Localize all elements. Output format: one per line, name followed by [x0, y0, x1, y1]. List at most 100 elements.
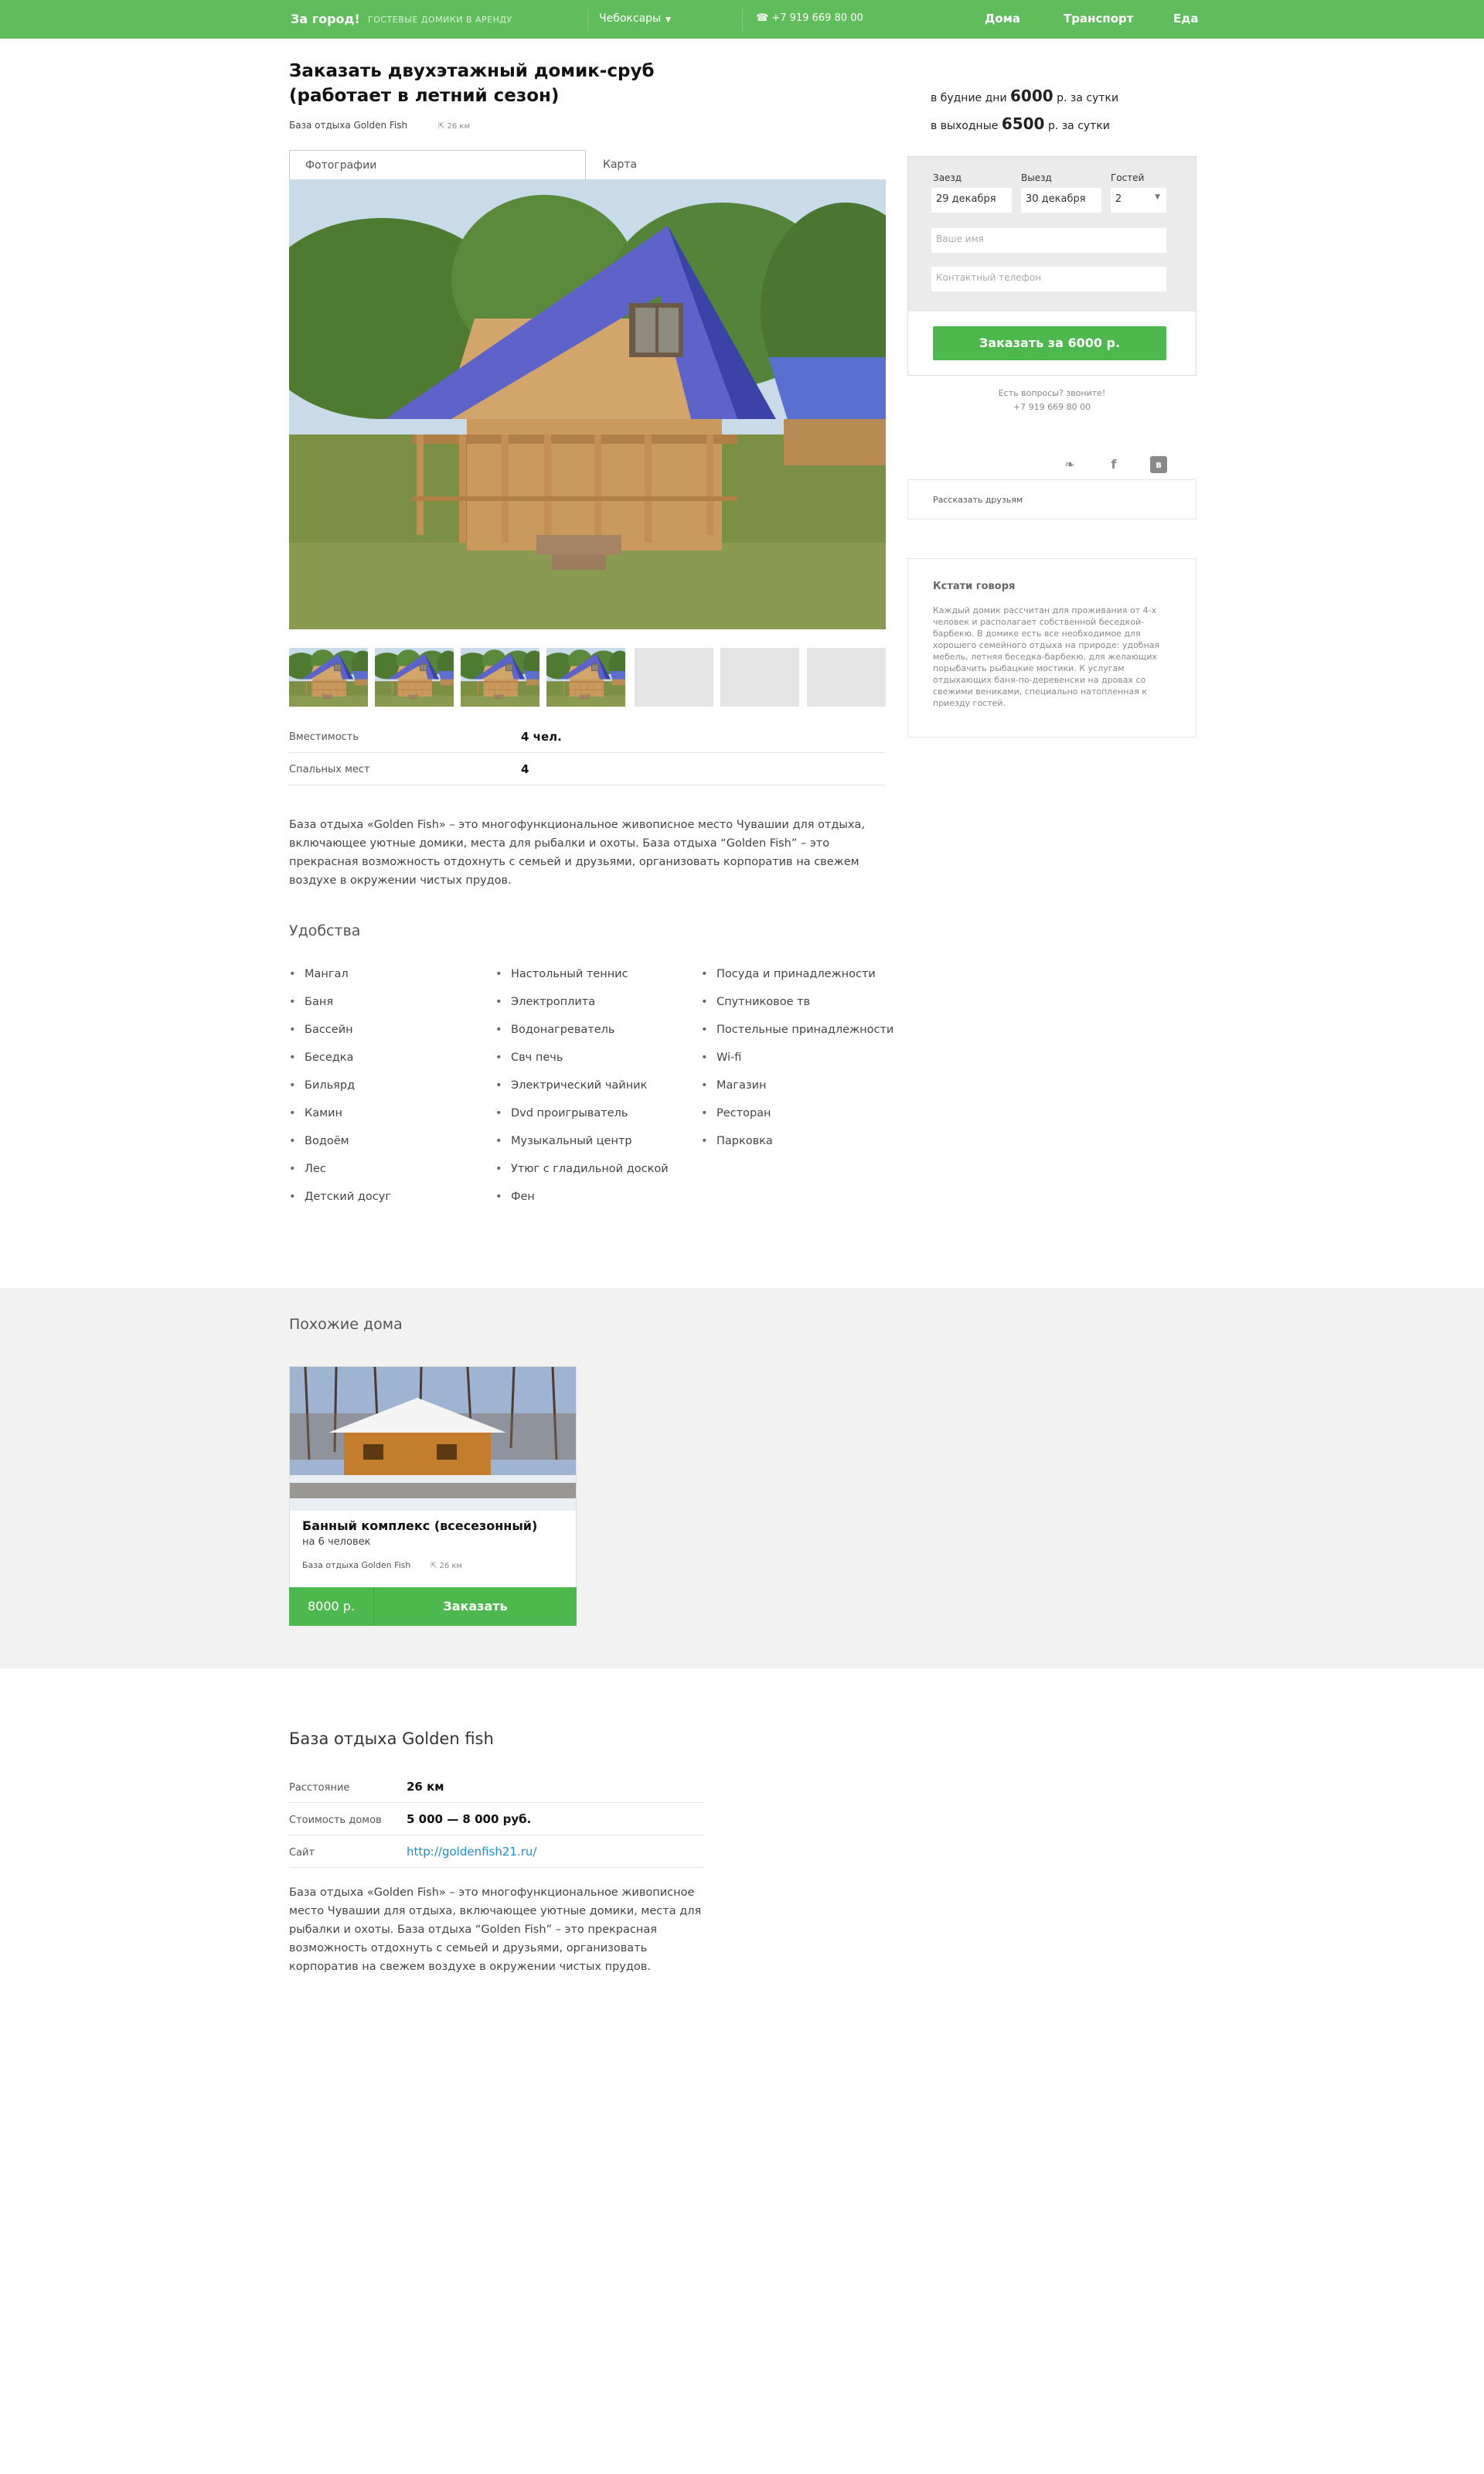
card-distance-value: 26 км — [439, 1562, 462, 1570]
vk-icon[interactable]: в — [1150, 456, 1167, 473]
name-input[interactable]: Ваше имя — [931, 228, 1166, 253]
nav-transport[interactable]: Транспорт — [1064, 12, 1133, 26]
base-info-label: Расстояние — [289, 1782, 350, 1794]
page-title: Заказать двухэтажный домик-сруб (работае… — [289, 59, 691, 108]
amenities-title: Удобства — [289, 922, 361, 939]
info-box: Кстати говоря Каждый домик рассчитан для… — [907, 558, 1196, 738]
thumbnail[interactable] — [289, 648, 368, 707]
base-info-value: 26 км — [407, 1780, 444, 1794]
base-info-row: Сайт http://goldenfish21.ru/ — [289, 1835, 703, 1868]
spec-value: 4 чел. — [521, 730, 562, 744]
share-label[interactable]: Рассказать друзьям — [933, 495, 1023, 505]
amenity-item: Свч печь — [495, 1051, 669, 1079]
similar-card[interactable]: Банный комплекс (всесезонный) на 6 челов… — [289, 1366, 577, 1626]
tab-photos[interactable]: Фотографии — [289, 150, 586, 179]
amenity-item: Фен — [495, 1191, 669, 1218]
weekend-suffix: р. за сутки — [1047, 120, 1110, 132]
guests-label: Гостей — [1111, 172, 1145, 183]
amenities-column-1: Мангал Баня Бассейн Беседка Бильярд Ками… — [289, 968, 391, 1218]
checkout-input[interactable]: 30 декабря — [1021, 188, 1101, 213]
guests-select[interactable]: 2 ▼ — [1111, 188, 1166, 213]
city-label: Чебоксары — [599, 12, 662, 25]
card-order-button[interactable]: Заказать — [374, 1587, 577, 1626]
page-title-line2: (работает в летний сезон) — [289, 86, 560, 106]
base-name[interactable]: База отдыха Golden Fish — [289, 120, 407, 131]
weekday-suffix: р. за сутки — [1057, 92, 1119, 104]
header-phone[interactable]: ☎ +7 919 669 80 00 — [756, 12, 863, 24]
header-divider — [742, 8, 743, 31]
checkout-label: Выезд — [1021, 172, 1052, 183]
amenity-item: Беседка — [289, 1051, 391, 1079]
base-title: База отдыха Golden fish — [289, 1729, 494, 1748]
site-logo[interactable]: За город! — [291, 12, 360, 26]
amenity-item: Посуда и принадлежности — [701, 968, 893, 996]
thumbnail-placeholder — [807, 648, 886, 707]
distance-value: 26 км — [447, 122, 471, 131]
checkin-label: Заезд — [933, 172, 962, 183]
top-header: За город! ГОСТЕВЫЕ ДОМИКИ В АРЕНДУ Чебок… — [0, 0, 1484, 39]
weekend-price-value: 6500 — [1001, 114, 1045, 133]
distance: ⇱ 26 км — [438, 122, 470, 131]
amenity-item: Wi-fi — [701, 1051, 893, 1079]
road-icon: ⇱ — [430, 1562, 437, 1570]
site-tagline: ГОСТЕВЫЕ ДОМИКИ В АРЕНДУ — [368, 15, 512, 25]
questions-text: Есть вопросы? звоните! — [998, 388, 1106, 398]
thumbnail[interactable] — [546, 648, 625, 707]
base-info-label: Стоимость домов — [289, 1815, 382, 1826]
main-photo[interactable] — [289, 179, 886, 629]
thumbnail[interactable] — [375, 648, 454, 707]
amenity-item: Парковка — [701, 1135, 893, 1163]
thumbnail[interactable] — [461, 648, 539, 707]
similar-section — [0, 1288, 1484, 1668]
facebook-icon[interactable]: f — [1105, 456, 1122, 473]
card-title[interactable]: Банный комплекс (всесезонный) — [302, 1518, 537, 1533]
spec-label: Вместимость — [289, 731, 359, 743]
spec-row: Вместимость 4 чел. — [289, 721, 886, 753]
book-submit-button[interactable]: Заказать за 6000 р. — [933, 326, 1166, 360]
thumbnail-placeholder — [635, 648, 713, 707]
similar-title: Похожие дома — [289, 1316, 403, 1333]
base-info-row: Стоимость домов 5 000 — 8 000 руб. — [289, 1803, 703, 1835]
amenity-item: Электрический чайник — [495, 1079, 669, 1107]
card-price: 8000 р. — [289, 1587, 374, 1626]
card-meta: База отдыха Golden Fish ⇱ 26 км — [302, 1560, 462, 1570]
checkin-input[interactable]: 29 декабря — [931, 188, 1012, 213]
card-base-name: База отдыха Golden Fish — [302, 1560, 411, 1570]
spec-row: Спальных мест 4 — [289, 753, 886, 785]
weekday-prefix: в будние дни — [931, 92, 1007, 104]
questions-phone[interactable]: +7 919 669 80 00 — [907, 400, 1196, 414]
amenities-column-2: Настольный теннис Электроплита Водонагре… — [495, 968, 669, 1218]
spec-value: 4 — [521, 762, 529, 776]
base-website-link[interactable]: http://goldenfish21.ru/ — [407, 1845, 536, 1859]
amenity-item: Камин — [289, 1107, 391, 1135]
amenities-column-3: Посуда и принадлежности Спутниковое тв П… — [701, 968, 893, 1163]
booking-form: Заезд Выезд Гостей 29 декабря 30 декабря… — [907, 156, 1196, 376]
card-action-bar: 8000 р. Заказать — [289, 1587, 577, 1626]
nav-houses[interactable]: Дома — [985, 12, 1020, 26]
spec-label: Спальных мест — [289, 764, 370, 775]
amenity-item: Бассейн — [289, 1024, 391, 1051]
phone-input[interactable]: Контактный телефон — [931, 267, 1166, 291]
card-photo[interactable] — [290, 1367, 576, 1511]
amenity-item: Магазин — [701, 1079, 893, 1107]
base-info-label: Сайт — [289, 1847, 315, 1859]
city-selector[interactable]: Чебоксары ▼ — [599, 12, 671, 25]
card-subtitle: на 6 человек — [302, 1536, 371, 1548]
amenity-item: Баня — [289, 996, 391, 1024]
winter-house-photo — [290, 1367, 576, 1511]
amenity-item: Мангал — [289, 968, 391, 996]
share-box: Рассказать друзьям — [907, 479, 1196, 520]
tab-map[interactable]: Карта — [587, 150, 742, 179]
nav-food[interactable]: Еда — [1173, 12, 1198, 26]
chevron-down-icon: ▼ — [1155, 193, 1160, 201]
twitter-icon[interactable]: ❧ — [1061, 456, 1078, 473]
questions-block: Есть вопросы? звоните! +7 919 669 80 00 — [907, 387, 1196, 414]
house-photo — [289, 179, 886, 629]
amenity-item: Детский досуг — [289, 1191, 391, 1218]
weekday-price-value: 6000 — [1010, 87, 1053, 105]
amenity-item: Dvd проигрыватель — [495, 1107, 669, 1135]
weekend-prefix: в выходные — [931, 120, 999, 132]
amenity-item: Постельные принадлежности — [701, 1024, 893, 1051]
amenity-item: Лес — [289, 1163, 391, 1191]
amenity-item: Ресторан — [701, 1107, 893, 1135]
